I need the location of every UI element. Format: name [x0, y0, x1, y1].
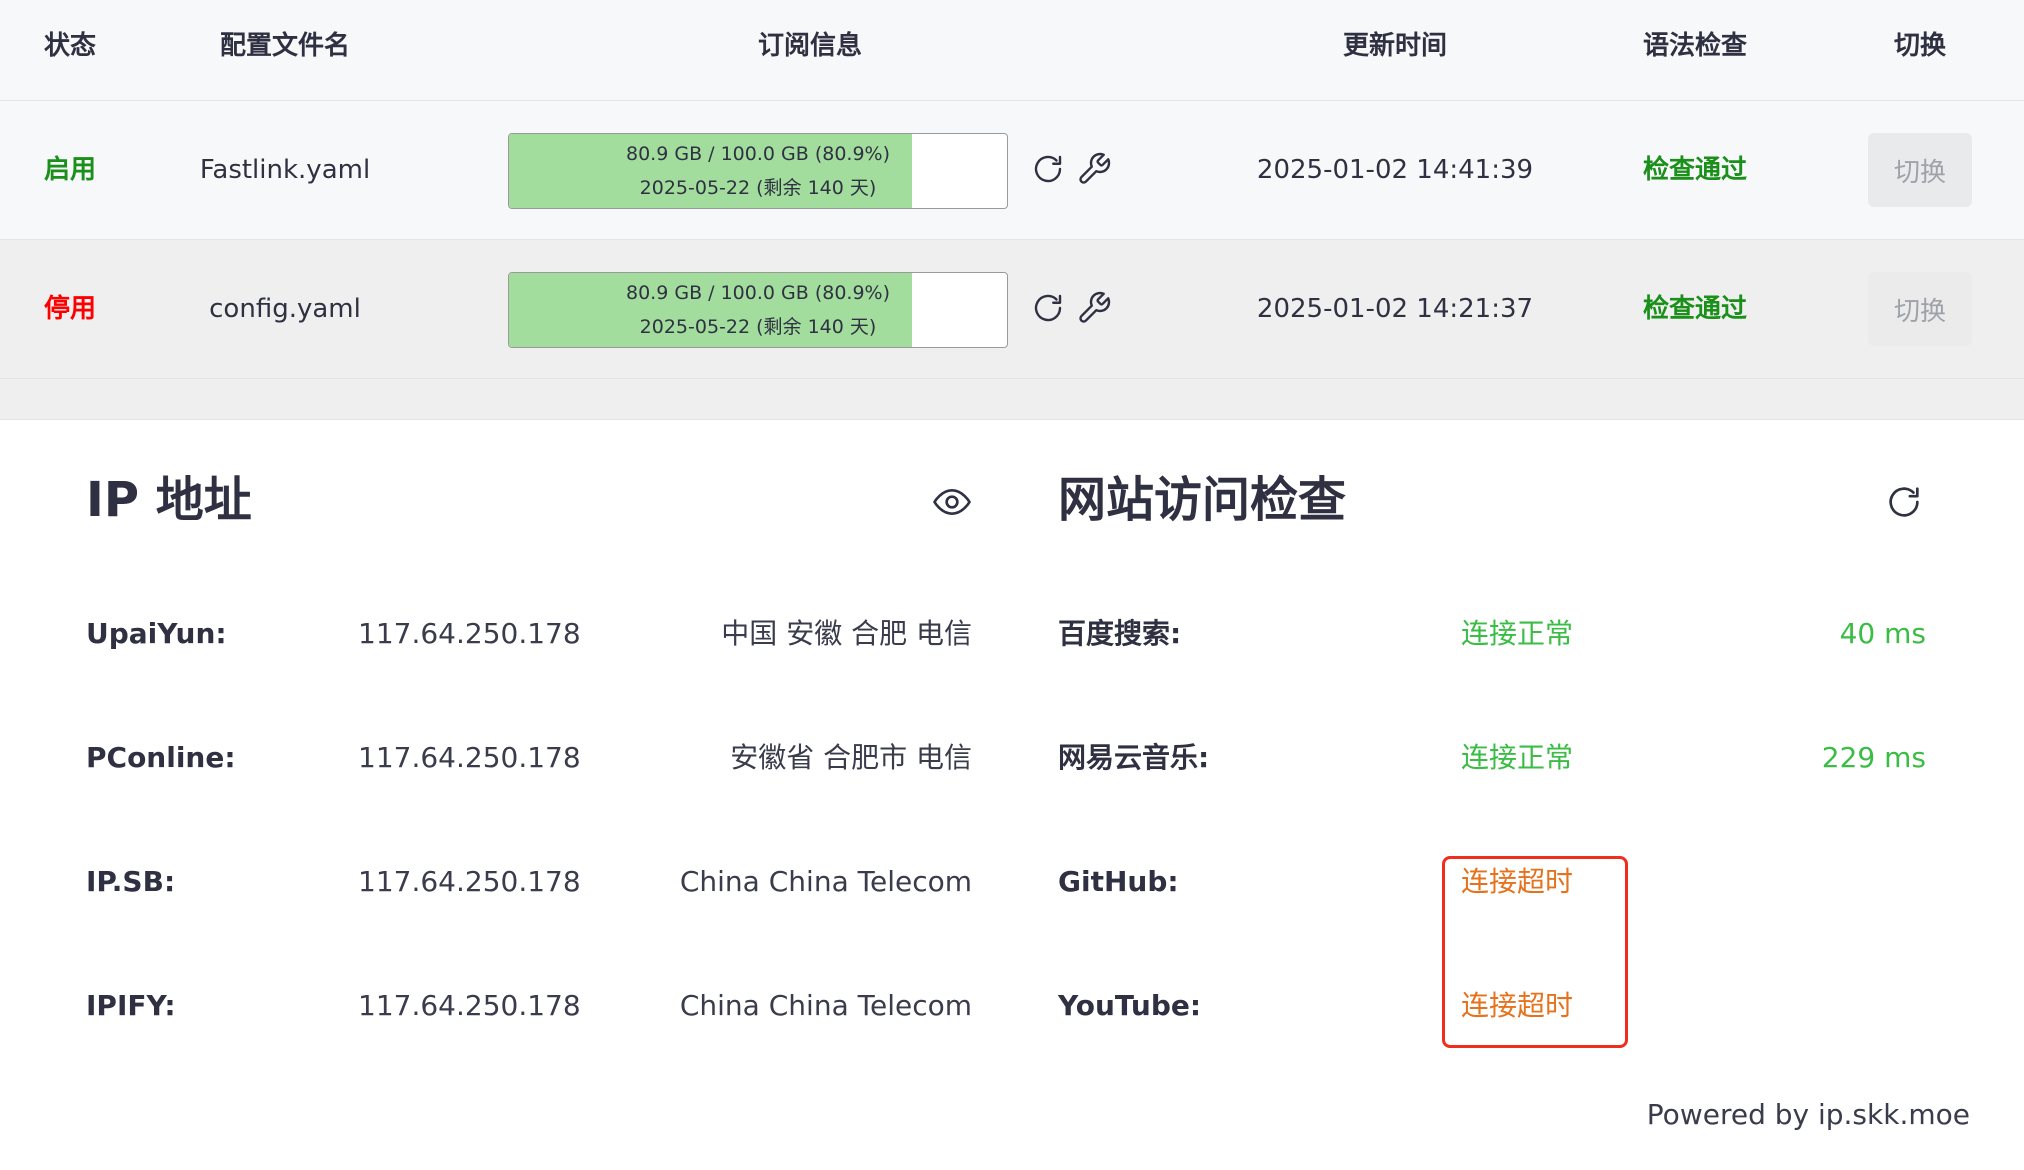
site-label: 百度搜索: — [1058, 617, 1182, 650]
ip-source-label: PConline: — [86, 741, 236, 774]
refresh-icon[interactable] — [1030, 151, 1066, 187]
ip-row-pconline: PConline: 117.64.250.178 安徽省 合肥市 电信 — [86, 728, 972, 788]
connection-status: 连接正常 — [1461, 741, 1574, 774]
ip-location: China China Telecom — [679, 865, 972, 898]
ip-location: China China Telecom — [679, 989, 972, 1022]
header-config-name: 配置文件名 — [219, 31, 350, 61]
header-status: 状态 — [43, 31, 96, 61]
timeout-highlight-box — [1442, 856, 1628, 1048]
usage-text: 80.9 GB / 100.0 GB (80.9%) — [626, 143, 890, 165]
latency-value: 229 ms — [1821, 741, 1926, 774]
latency-value: 40 ms — [1839, 617, 1926, 650]
site-label: 网易云音乐: — [1058, 741, 1210, 774]
connection-status: 连接正常 — [1461, 617, 1574, 650]
table-footer-space — [0, 379, 2024, 420]
ip-row-ipsb: IP.SB: 117.64.250.178 China China Teleco… — [86, 852, 972, 912]
config-file-name: Fastlink.yaml — [199, 155, 371, 185]
updated-time: 2025-01-02 14:41:39 — [1256, 155, 1534, 185]
site-row-netease-music: 网易云音乐: 连接正常 229 ms — [1058, 728, 1926, 788]
ip-value: 117.64.250.178 — [358, 617, 581, 650]
usage-text: 80.9 GB / 100.0 GB (80.9%) — [626, 282, 890, 304]
syntax-check-status: 检查通过 — [1642, 294, 1747, 324]
ip-row-ipify: IPIFY: 117.64.250.178 China China Teleco… — [86, 976, 972, 1036]
header-subscription: 订阅信息 — [757, 31, 862, 61]
table-row: 启用 Fastlink.yaml 80.9 GB / 100.0 GB (80.… — [0, 101, 2024, 240]
header-switch: 切换 — [1893, 31, 1946, 61]
site-row-baidu: 百度搜索: 连接正常 40 ms — [1058, 604, 1926, 664]
ip-source-label: IP.SB: — [86, 865, 176, 898]
syntax-check-status: 检查通过 — [1642, 155, 1747, 185]
ip-value: 117.64.250.178 — [358, 865, 581, 898]
header-syntax-check: 语法检查 — [1642, 31, 1747, 61]
status-label: 停用 — [43, 294, 96, 324]
config-file-name: config.yaml — [209, 294, 361, 324]
ip-source-label: IPIFY: — [86, 989, 176, 1022]
refresh-icon[interactable] — [1030, 290, 1066, 326]
config-table: 状态 配置文件名 订阅信息 更新时间 语法检查 切换 启用 Fastlink.y… — [0, 0, 2024, 420]
site-label: GitHub: — [1058, 865, 1179, 898]
ip-value: 117.64.250.178 — [358, 741, 581, 774]
header-updated-time: 更新时间 — [1342, 31, 1447, 61]
table-header: 状态 配置文件名 订阅信息 更新时间 语法检查 切换 — [0, 0, 2024, 101]
ip-value: 117.64.250.178 — [358, 989, 581, 1022]
subscription-usage-bar: 80.9 GB / 100.0 GB (80.9%) 2025-05-22 (剩… — [508, 133, 1008, 209]
ip-panel-title: IP 地址 — [86, 472, 252, 528]
refresh-icon[interactable] — [1884, 482, 1924, 522]
ip-address-panel: IP 地址 UpaiYun: 117.64.250.178 中国 安徽 合肥 电… — [86, 460, 972, 1080]
updated-time: 2025-01-02 14:21:37 — [1256, 294, 1534, 324]
table-row: 停用 config.yaml 80.9 GB / 100.0 GB (80.9%… — [0, 240, 2024, 379]
status-label: 启用 — [43, 155, 96, 185]
eye-icon[interactable] — [932, 482, 972, 522]
expiry-text: 2025-05-22 (剩余 140 天) — [639, 316, 877, 338]
switch-button[interactable]: 切换 — [1868, 272, 1972, 346]
wrench-icon[interactable] — [1076, 151, 1112, 187]
site-label: YouTube: — [1058, 989, 1202, 1022]
ip-source-label: UpaiYun: — [86, 617, 227, 650]
switch-button[interactable]: 切换 — [1868, 133, 1972, 207]
ip-location: 安徽省 合肥市 电信 — [730, 741, 972, 774]
web-panel-title: 网站访问检查 — [1058, 472, 1347, 528]
expiry-text: 2025-05-22 (剩余 140 天) — [639, 177, 877, 199]
ip-row-upaiyun: UpaiYun: 117.64.250.178 中国 安徽 合肥 电信 — [86, 604, 972, 664]
ip-location: 中国 安徽 合肥 电信 — [721, 617, 972, 650]
powered-by-footer: Powered by ip.skk.moe — [1646, 1098, 1970, 1131]
wrench-icon[interactable] — [1076, 290, 1112, 326]
subscription-usage-bar: 80.9 GB / 100.0 GB (80.9%) 2025-05-22 (剩… — [508, 272, 1008, 348]
